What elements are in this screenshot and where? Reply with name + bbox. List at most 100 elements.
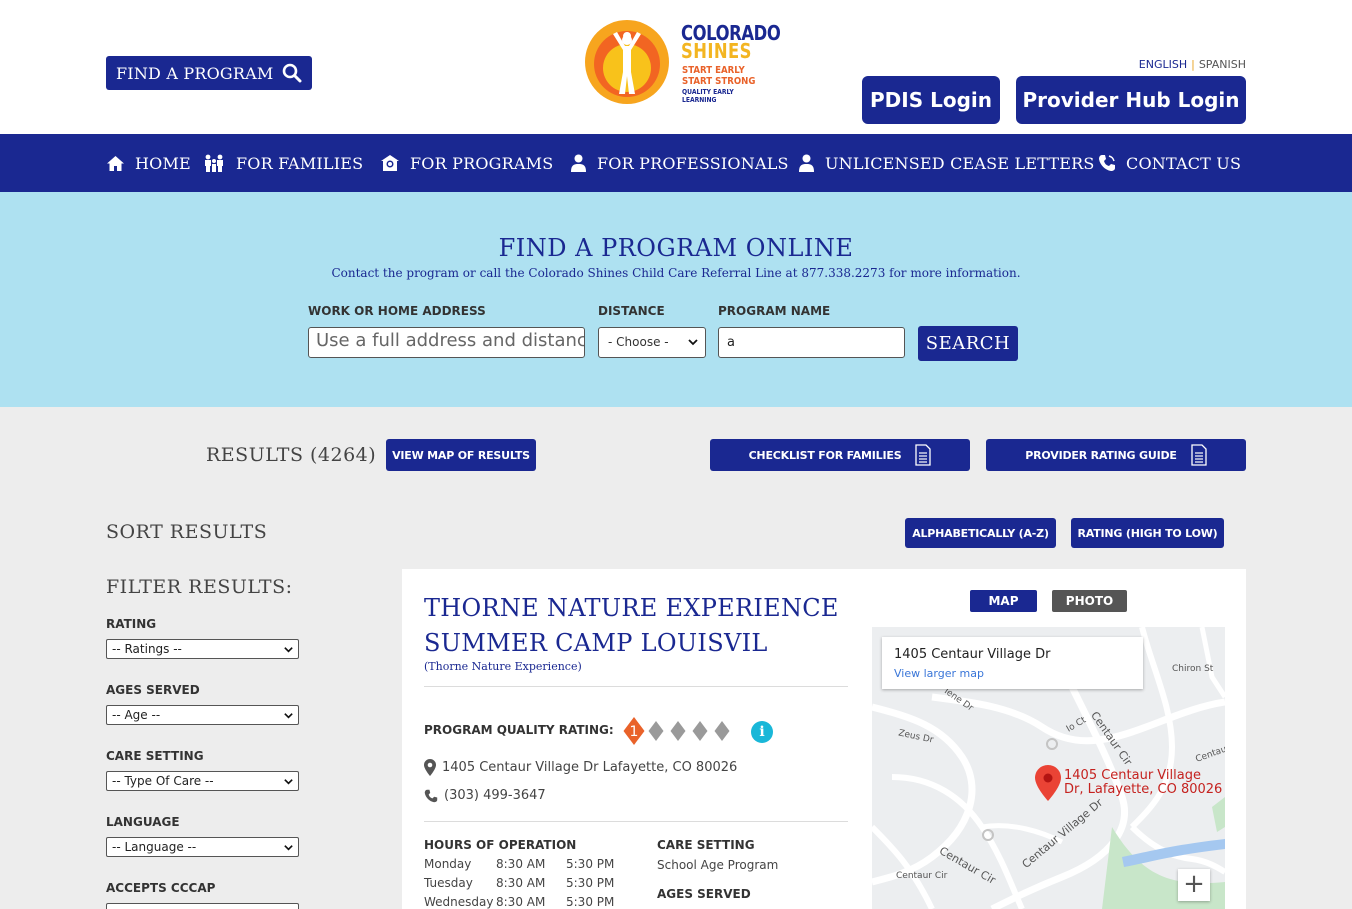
nav-for-families[interactable]: FOR FAMILIES xyxy=(203,134,363,192)
checklist-for-families-button[interactable]: CHECKLIST FOR FAMILIES xyxy=(710,439,970,471)
home-icon xyxy=(107,155,124,171)
document-icon xyxy=(915,444,932,466)
nav-cease-label: UNLICENSED CEASE LETTERS xyxy=(825,153,1095,173)
sun-figure-icon xyxy=(585,20,669,104)
street-label: Chiron St xyxy=(1172,664,1214,674)
map-info-window: 1405 Centaur Village Dr View larger map xyxy=(882,637,1143,689)
nav-for-professionals[interactable]: FOR PROFESSIONALS xyxy=(570,134,789,192)
care-setting-heading: CARE SETTING xyxy=(657,838,755,852)
map-tab[interactable]: MAP xyxy=(970,590,1037,612)
hours-open: 8:30 AM xyxy=(496,895,546,909)
hours-row: Tuesday 8:30 AM 5:30 PM xyxy=(424,876,614,895)
sort-results-heading: SORT RESULTS xyxy=(106,521,268,543)
provider-rating-guide-button[interactable]: PROVIDER RATING GUIDE xyxy=(986,439,1246,471)
care-setting-value: School Age Program xyxy=(657,858,779,872)
view-map-of-results-button[interactable]: VIEW MAP OF RESULTS xyxy=(386,439,536,471)
user-icon xyxy=(799,154,814,172)
street-label: Centaur Cir xyxy=(896,871,948,881)
school-icon xyxy=(381,155,399,171)
ages-filter-value: -- Age -- xyxy=(112,708,161,722)
logo-line2: SHINES xyxy=(681,39,752,63)
provider-hub-login-button[interactable]: Provider Hub Login xyxy=(1016,76,1246,124)
zoom-in-button[interactable]: + xyxy=(1178,869,1210,901)
pdis-login-button[interactable]: PDIS Login xyxy=(862,76,1000,124)
chevron-down-icon xyxy=(688,339,698,346)
language-switcher: ENGLISH | SPANISH xyxy=(1139,58,1246,71)
quality-rating-label: PROGRAM QUALITY RATING: xyxy=(424,723,614,737)
lang-separator: | xyxy=(1191,58,1195,71)
program-title[interactable]: THORNE NATURE EXPERIENCE SUMMER CAMP LOU… xyxy=(424,591,844,661)
document-icon xyxy=(1191,444,1207,466)
hours-close: 5:30 PM xyxy=(566,876,615,890)
nav-for-programs[interactable]: FOR PROGRAMS xyxy=(380,134,553,192)
colorado-shines-logo[interactable]: COLORADO SHINES START EARLY START STRONG… xyxy=(583,20,781,106)
sort-rating-button[interactable]: RATING (HIGH TO LOW) xyxy=(1071,518,1224,548)
hours-day: Tuesday xyxy=(424,876,473,890)
hours-day: Wednesday xyxy=(424,895,494,909)
care-setting-filter-value: -- Type Of Care -- xyxy=(112,774,214,788)
lang-english-link[interactable]: ENGLISH xyxy=(1139,58,1187,71)
search-panel: FIND A PROGRAM ONLINE Contact the progra… xyxy=(0,192,1352,407)
map-pin-label: 1405 Centaur Village Dr, Lafayette, CO 8… xyxy=(1064,768,1223,797)
sort-alphabetically-button[interactable]: ALPHABETICALLY (A-Z) xyxy=(905,518,1056,548)
results-count: RESULTS (4264) xyxy=(206,444,377,466)
view-larger-map-link[interactable]: View larger map xyxy=(894,667,984,680)
ages-filter-select[interactable]: -- Age -- xyxy=(106,705,299,725)
care-setting-filter-label: CARE SETTING xyxy=(106,749,204,763)
filter-results-heading: FILTER RESULTS: xyxy=(106,576,293,598)
rating-filter-select[interactable]: -- Ratings -- xyxy=(106,639,299,659)
checklist-label: CHECKLIST FOR FAMILIES xyxy=(748,448,902,462)
family-icon xyxy=(205,154,223,172)
program-phone-text[interactable]: (303) 499-3647 xyxy=(444,788,546,803)
logo-tag2: START STRONG xyxy=(682,76,756,87)
nav-for-programs-label: FOR PROGRAMS xyxy=(410,153,554,173)
nav-contact-us[interactable]: CONTACT US xyxy=(1098,134,1241,192)
ages-filter-label: AGES SERVED xyxy=(106,683,200,697)
site-header: FIND A PROGRAM COLORADO SHINES START EAR… xyxy=(0,0,1352,134)
find-a-program-button[interactable]: FIND A PROGRAM xyxy=(106,56,312,90)
distance-select[interactable]: - Choose - xyxy=(598,327,706,358)
photo-tab[interactable]: PHOTO xyxy=(1052,590,1127,612)
nav-home[interactable]: HOME xyxy=(106,134,191,192)
language-filter-label: LANGUAGE xyxy=(106,815,180,829)
program-name-input[interactable]: a xyxy=(718,327,905,358)
distance-select-value: - Choose - xyxy=(608,335,669,349)
ages-served-heading: AGES SERVED xyxy=(657,887,751,901)
location-pin-icon xyxy=(424,759,436,776)
map-pin-icon[interactable] xyxy=(1035,765,1061,801)
chevron-down-icon xyxy=(284,647,293,653)
hours-row: Wednesday 8:30 AM 5:30 PM xyxy=(424,895,614,909)
rating-diamond-empty xyxy=(670,721,686,741)
quality-rating-diamonds: 1 xyxy=(623,717,730,745)
find-a-program-label: FIND A PROGRAM xyxy=(116,63,274,83)
program-address: 1405 Centaur Village Dr Lafayette, CO 80… xyxy=(424,759,737,776)
hours-row: Monday 8:30 AM 5:30 PM xyxy=(424,857,614,876)
search-icon xyxy=(282,63,302,83)
language-filter-select[interactable]: -- Language -- xyxy=(106,837,299,857)
address-label: WORK OR HOME ADDRESS xyxy=(308,304,486,318)
rating-guide-label: PROVIDER RATING GUIDE xyxy=(1025,448,1177,462)
hours-heading: HOURS OF OPERATION xyxy=(424,838,577,852)
hours-close: 5:30 PM xyxy=(566,857,615,871)
info-icon[interactable]: i xyxy=(751,721,773,743)
cccap-filter-select[interactable] xyxy=(106,903,299,909)
program-phone: (303) 499-3647 xyxy=(424,788,546,803)
phone-icon xyxy=(1099,155,1115,171)
person-icon xyxy=(571,154,586,172)
lang-spanish-link[interactable]: SPANISH xyxy=(1199,58,1246,71)
hours-day: Monday xyxy=(424,857,472,871)
program-name-label: PROGRAM NAME xyxy=(718,304,831,318)
search-title: FIND A PROGRAM ONLINE xyxy=(498,234,854,262)
divider xyxy=(424,821,848,822)
search-subtitle: Contact the program or call the Colorado… xyxy=(331,266,1021,280)
address-input[interactable]: Use a full address and distance xyxy=(308,327,585,358)
nav-unlicensed-cease-letters[interactable]: UNLICENSED CEASE LETTERS xyxy=(798,134,1095,192)
nav-for-families-label: FOR FAMILIES xyxy=(236,153,364,173)
search-button[interactable]: SEARCH xyxy=(918,326,1018,361)
hours-table: Monday 8:30 AM 5:30 PM Tuesday 8:30 AM 5:30 … xyxy=(424,857,614,909)
map-info-title: 1405 Centaur Village Dr xyxy=(894,647,1051,662)
location-map[interactable]: Chiron St Zeus Dr Centaur Cir Centaur Vi… xyxy=(872,627,1225,909)
nav-home-label: HOME xyxy=(135,153,191,173)
care-setting-filter-select[interactable]: -- Type Of Care -- xyxy=(106,771,299,791)
chevron-down-icon xyxy=(284,779,293,785)
